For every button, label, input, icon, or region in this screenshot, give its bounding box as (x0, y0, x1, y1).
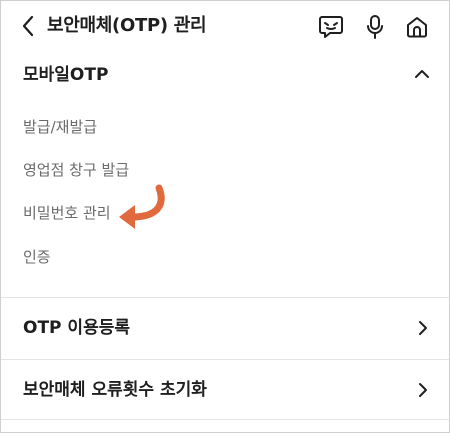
section-mobile-otp[interactable]: 모바일OTP (1, 57, 449, 93)
home-icon (407, 17, 427, 38)
chatbot-button[interactable] (317, 13, 345, 41)
row-reset-error-count[interactable]: 보안매체 오류횟수 초기화 (1, 360, 449, 420)
voice-button[interactable] (361, 13, 389, 41)
row-otp-registration[interactable]: OTP 이용등록 (1, 298, 449, 358)
menu-item-auth[interactable]: 인증 (23, 247, 51, 267)
divider (1, 419, 449, 420)
microphone-icon (367, 15, 383, 39)
menu-item-issue[interactable]: 발급/재발급 (23, 117, 97, 137)
app-header: 보안매체(OTP) 관리 (1, 1, 449, 51)
back-arrow-icon (22, 15, 34, 37)
chevron-right-icon (419, 321, 427, 335)
screen-frame: 보안매체(OTP) 관리 모바일OTP 발급/재발급 영업점 창구 발급 비밀번… (0, 0, 450, 433)
back-button[interactable] (15, 13, 41, 39)
pointer-arrow-icon (119, 184, 165, 229)
row-label: OTP 이용등록 (23, 318, 130, 338)
chatbot-icon (319, 16, 343, 38)
menu-item-password[interactable]: 비밀번호 관리 (23, 203, 111, 223)
row-label: 보안매체 오류횟수 초기화 (23, 380, 207, 400)
menu-item-branch-issue[interactable]: 영업점 창구 발급 (23, 160, 129, 180)
page-title: 보안매체(OTP) 관리 (47, 15, 207, 36)
section-title: 모바일OTP (23, 65, 109, 85)
chevron-right-icon (419, 383, 427, 397)
home-button[interactable] (403, 13, 431, 41)
chevron-up-icon (415, 70, 429, 78)
